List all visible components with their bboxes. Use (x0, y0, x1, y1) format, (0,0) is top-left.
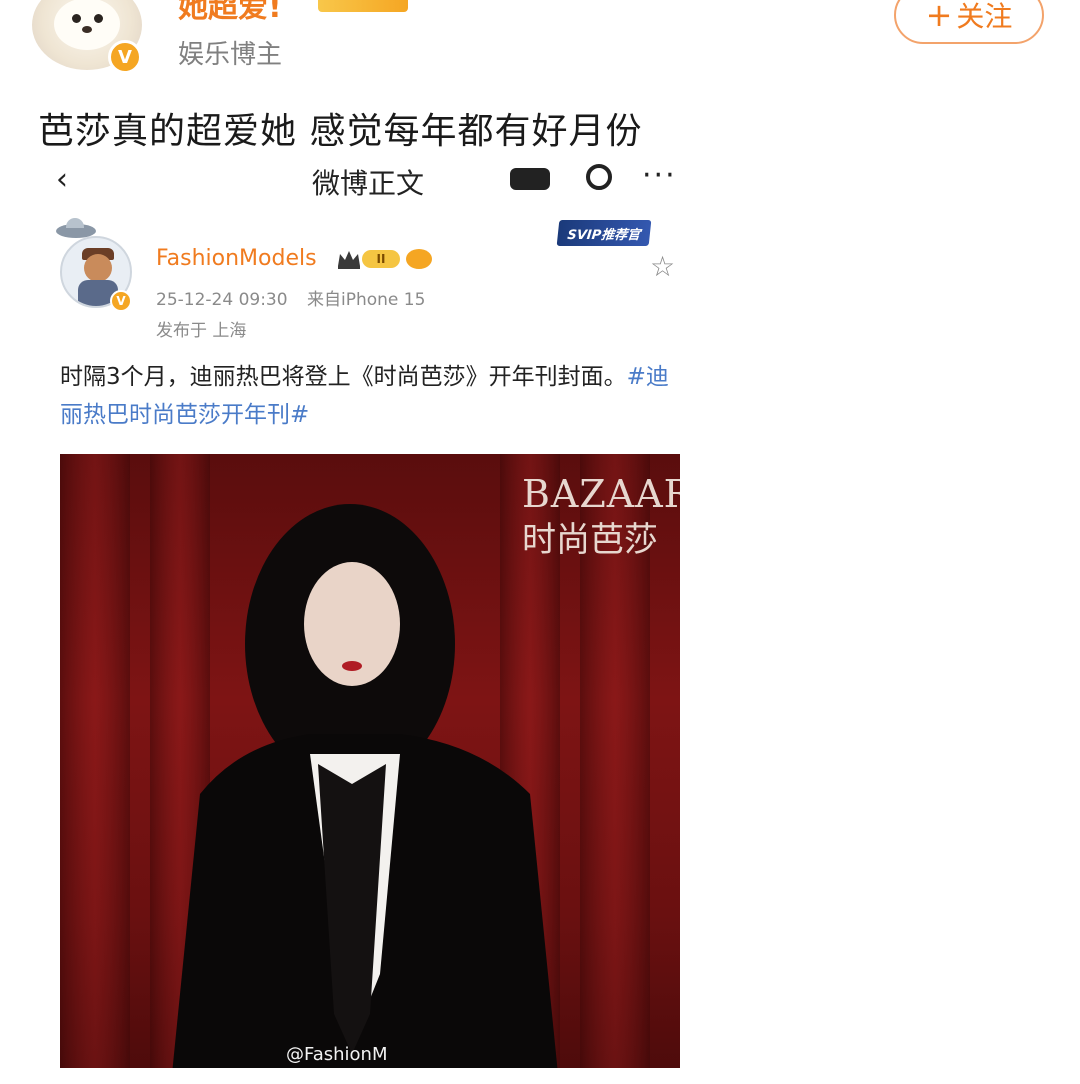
author-role: 娱乐博主 (178, 40, 283, 70)
follow-button[interactable]: + 关注 (894, 0, 1044, 44)
verified-badge-icon: V (108, 40, 142, 74)
post-meta: 25-12-24 09:30 来自iPhone 15 (156, 285, 425, 310)
follow-label: 关注 (956, 0, 1013, 33)
post-location: 发布于 上海 (156, 321, 247, 341)
bazaar-masthead-cn: 时尚芭莎 (522, 520, 658, 560)
screenshot-topbar: ‹ 微博正文 ··· (30, 158, 700, 198)
screenshot-title: 微博正文 (312, 167, 425, 198)
back-icon: ‹ (56, 162, 68, 197)
inner-post-text: 时隔3个月，迪丽热巴将登上《时尚芭莎》开年刊封面。#迪丽热巴时尚芭莎开年刊# (60, 358, 680, 434)
audio-icon (510, 168, 550, 190)
level-badge-icon (318, 0, 408, 12)
crown-icon (338, 251, 360, 269)
post-text: 芭莎真的超爱她 感觉每年都有好月份 (38, 111, 643, 152)
avatar-dog-face (54, 0, 120, 50)
avatar-eye-right (94, 14, 103, 23)
more-icon: ··· (642, 158, 677, 193)
post-source: 来自iPhone 15 (306, 290, 426, 310)
plus-icon: + (925, 0, 953, 34)
fish-badge-icon (406, 249, 432, 269)
embedded-screenshot[interactable]: ‹ 微博正文 ··· V FashionModels II SVIP推荐官 ☆ … (30, 158, 700, 1084)
svip-badge: SVIP推荐官 (556, 220, 652, 246)
favorite-star-icon: ☆ (650, 250, 676, 283)
post-timestamp: 25-12-24 09:30 (156, 290, 288, 310)
inner-post-body: 时隔3个月，迪丽热巴将登上《时尚芭莎》开年刊封面。 (60, 364, 627, 390)
inner-author-name: FashionModels (156, 246, 317, 271)
avatar-nose (82, 26, 92, 33)
weibo-watermark: @FashionM (286, 1044, 388, 1065)
ufo-dome-icon (66, 218, 84, 228)
search-icon (586, 164, 612, 190)
magazine-cover-image: BAZAAR 时尚芭莎 @FashionM (60, 454, 680, 1068)
inner-level-badge: II (362, 250, 400, 268)
avatar-head (84, 254, 112, 282)
inner-verified-badge-icon: V (110, 290, 132, 312)
bazaar-masthead: BAZAAR (522, 472, 680, 516)
avatar-eye-left (72, 14, 81, 23)
author-name[interactable]: 她超爱! (178, 0, 282, 26)
